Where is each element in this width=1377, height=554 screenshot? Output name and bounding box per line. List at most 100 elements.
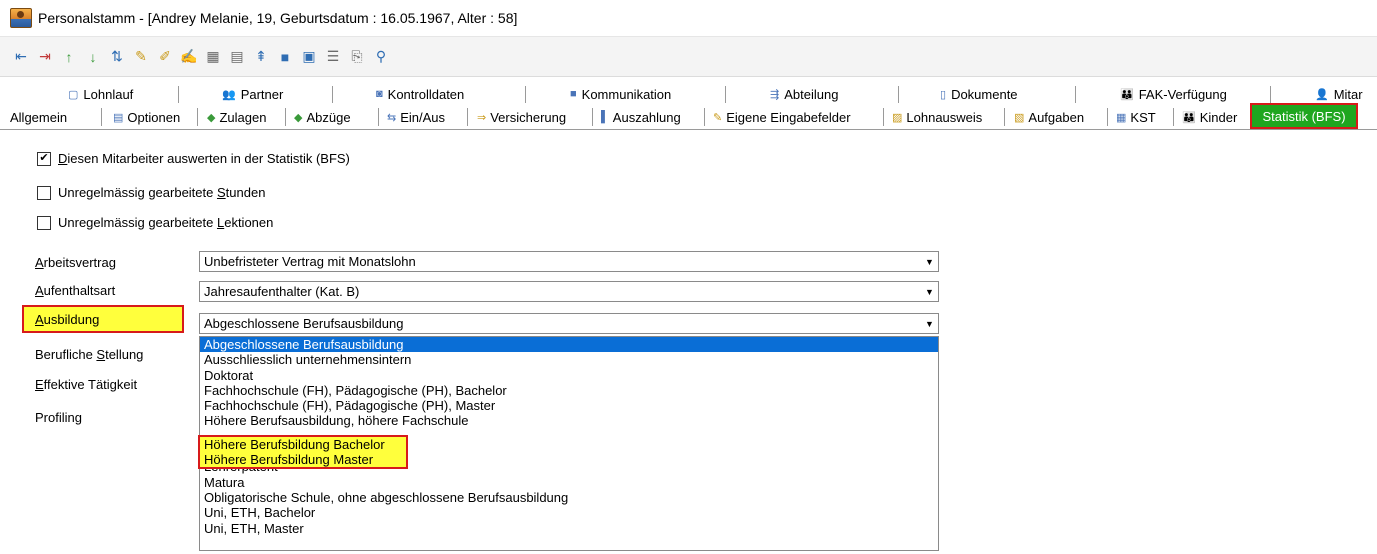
tab-lohnausweis[interactable]: ▨ Lohnausweis <box>892 105 982 129</box>
tab-optionen[interactable]: ▤ Optionen <box>113 105 180 129</box>
payment-icon: ▌ <box>601 111 609 123</box>
salary-cert-icon: ▨ <box>892 111 903 124</box>
checkbox-unregelmaessig-lektionen[interactable]: Unregelmässig gearbeitete Lektionen <box>37 215 273 230</box>
dropdown-arrow-icon[interactable]: ▼ <box>920 314 938 333</box>
tab-separator <box>197 108 198 126</box>
bookmark-icon[interactable]: ■ <box>276 48 294 66</box>
tab-separator <box>101 108 102 126</box>
arbeitsvertrag-select[interactable]: Unbefristeter Vertrag mit Monatslohn ▼ <box>199 251 939 272</box>
dropdown-option[interactable]: Doktorat <box>200 368 938 383</box>
tab-lohnlauf[interactable]: ▢ Lohnlauf <box>68 84 133 104</box>
dropdown-option[interactable]: Fachhochschule (FH), Pädagogische (PH), … <box>200 383 938 398</box>
tab-separator <box>378 108 379 126</box>
partner-icon: 👥 <box>222 88 236 101</box>
checkbox-unregelmaessig-stunden[interactable]: Unregelmässig gearbeitete Stunden <box>37 185 265 200</box>
dropdown-option-highlighted[interactable]: Höhere Berufsbildung Master <box>204 452 373 467</box>
dropdown-option[interactable]: Obligatorische Schule, ohne abgeschlosse… <box>200 490 938 505</box>
tab-kontrolldaten[interactable]: ◙ Kontrolldaten <box>376 84 464 104</box>
checkbox-label: Unregelmässig gearbeitete Lektionen <box>58 215 274 230</box>
tab-separator <box>467 108 468 126</box>
cost-center-icon: ▦ <box>1116 111 1127 124</box>
grid-icon[interactable]: ▦ <box>204 48 222 66</box>
sort-icon[interactable]: ⇅ <box>108 48 126 66</box>
aufenthaltsart-select[interactable]: Jahresaufenthalter (Kat. B) ▼ <box>199 281 939 302</box>
preview-icon[interactable]: ⎘ <box>348 48 366 66</box>
page-icon: ▢ <box>68 88 79 101</box>
phone-icon: ■ <box>570 88 577 100</box>
tab-separator <box>332 86 333 103</box>
dropdown-option[interactable]: Uni, ETH, Bachelor <box>200 505 938 520</box>
tab-kst[interactable]: ▦ KST <box>1116 105 1156 129</box>
tab-auszahlung[interactable]: ▌ Auszahlung <box>601 105 681 129</box>
search-icon[interactable]: ⚲ <box>372 48 390 66</box>
dropdown-option-highlighted[interactable]: Höhere Berufsbildung Bachelor <box>204 437 385 452</box>
grid-alt-icon[interactable]: ▤ <box>228 48 246 66</box>
spellcheck-alt-icon[interactable]: ✐ <box>156 48 174 66</box>
tab-separator <box>1270 86 1271 103</box>
employee-icon: 👤 <box>1315 88 1329 101</box>
ausbildung-select[interactable]: Abgeschlossene Berufsausbildung ▼ <box>199 313 939 334</box>
checkbox-label: Diesen Mitarbeiter auswerten in der Stat… <box>58 151 350 166</box>
tab-mitarbeiter[interactable]: 👤 Mitar <box>1315 84 1363 104</box>
tab-eigene-eingabefelder[interactable]: ✎ Eigene Eingabefelder <box>713 105 851 129</box>
tab-allgemein[interactable]: Allgemein <box>10 105 67 129</box>
tab-versicherung[interactable]: ⇒ Versicherung <box>477 105 566 129</box>
label-aufenthaltsart: Aufenthaltsart <box>35 283 116 298</box>
window-title: Personalstamm - [Andrey Melanie, 19, Geb… <box>38 10 518 26</box>
dropdown-option[interactable]: Matura <box>200 475 938 490</box>
highlighted-options: Höhere Berufsbildung Bachelor Höhere Ber… <box>198 435 408 469</box>
insurance-icon: ⇒ <box>477 111 487 124</box>
tab-separator <box>883 108 884 126</box>
tab-statistik-bfs[interactable]: Statistik (BFS) <box>1250 103 1358 129</box>
bonus-icon: ◆ <box>207 111 216 124</box>
tab-ein-aus[interactable]: ⇆ Ein/Aus <box>387 105 445 129</box>
tab-zulagen[interactable]: ◆ Zulagen <box>207 105 266 129</box>
tab-fak-verfuegung[interactable]: 👪 FAK-Verfügung <box>1120 84 1227 104</box>
toolbar: ⇤ ⇥ ↑ ↓ ⇅ ✎ ✐ ✍ ▦ ▤ ⇞ ■ ▣ ☰ ⎘ ⚲ <box>0 37 1377 77</box>
checkbox-statistik-auswerten[interactable]: ✔ Diesen Mitarbeiter auswerten in der St… <box>37 151 350 166</box>
list-icon[interactable]: ☰ <box>324 48 342 66</box>
family-icon: 👪 <box>1120 88 1134 101</box>
dropdown-option[interactable]: Fachhochschule (FH), Pädagogische (PH), … <box>200 398 938 413</box>
checkbox-unchecked-icon[interactable] <box>37 185 51 200</box>
control-icon: ◙ <box>376 88 383 100</box>
save-icon[interactable]: ▣ <box>300 48 318 66</box>
tab-kommunikation[interactable]: ■ Kommunikation <box>570 84 671 104</box>
dropdown-arrow-icon[interactable]: ▼ <box>920 282 938 301</box>
tab-separator <box>285 108 286 126</box>
document-icon: ▯ <box>940 88 947 101</box>
children-icon: 👪 <box>1182 111 1196 124</box>
tabs-row-2: Allgemein ▤ Optionen ◆ Zulagen ◆ Abzüge … <box>0 105 1377 130</box>
filter-icon[interactable]: ⇞ <box>252 48 270 66</box>
deduction-icon: ◆ <box>294 111 303 124</box>
department-icon: ⇶ <box>770 88 780 101</box>
checkbox-unchecked-icon[interactable] <box>37 215 51 230</box>
down-icon[interactable]: ↓ <box>84 48 102 66</box>
edit-icon[interactable]: ✍ <box>180 48 198 66</box>
app-icon <box>10 8 32 28</box>
last-record-icon[interactable]: ⇥ <box>36 48 54 66</box>
in-out-icon: ⇆ <box>387 111 397 124</box>
first-record-icon[interactable]: ⇤ <box>12 48 30 66</box>
tab-abteilung[interactable]: ⇶ Abteilung <box>770 84 838 104</box>
label-arbeitsvertrag: Arbeitsvertrag <box>35 255 116 270</box>
label-profiling: Profiling <box>35 410 82 425</box>
checkbox-checked-icon[interactable]: ✔ <box>37 151 51 166</box>
tab-separator <box>1107 108 1108 126</box>
tab-partner[interactable]: 👥 Partner <box>222 84 283 104</box>
tab-dokumente[interactable]: ▯ Dokumente <box>940 84 1018 104</box>
tab-abzuege[interactable]: ◆ Abzüge <box>294 105 351 129</box>
dropdown-option[interactable]: Ausschliesslich unternehmensintern <box>200 352 938 367</box>
up-icon[interactable]: ↑ <box>60 48 78 66</box>
tab-separator <box>704 108 705 126</box>
label-berufliche-stellung: Berufliche Stellung <box>35 347 144 362</box>
dropdown-option[interactable]: Höhere Berufsausbildung, höhere Fachschu… <box>200 413 938 428</box>
spellcheck-icon[interactable]: ✎ <box>132 48 150 66</box>
dropdown-option[interactable]: Abgeschlossene Berufsausbildung <box>200 337 938 353</box>
tab-kinder[interactable]: 👪 Kinder <box>1182 105 1237 129</box>
tabs-row-1: ▢ Lohnlauf 👥 Partner ◙ Kontrolldaten ■ K… <box>0 84 1377 104</box>
dropdown-option[interactable]: Uni, ETH, Master <box>200 521 938 536</box>
tab-separator <box>1004 108 1005 126</box>
dropdown-arrow-icon[interactable]: ▼ <box>920 252 938 271</box>
tab-aufgaben[interactable]: ▧ Aufgaben <box>1014 105 1084 129</box>
